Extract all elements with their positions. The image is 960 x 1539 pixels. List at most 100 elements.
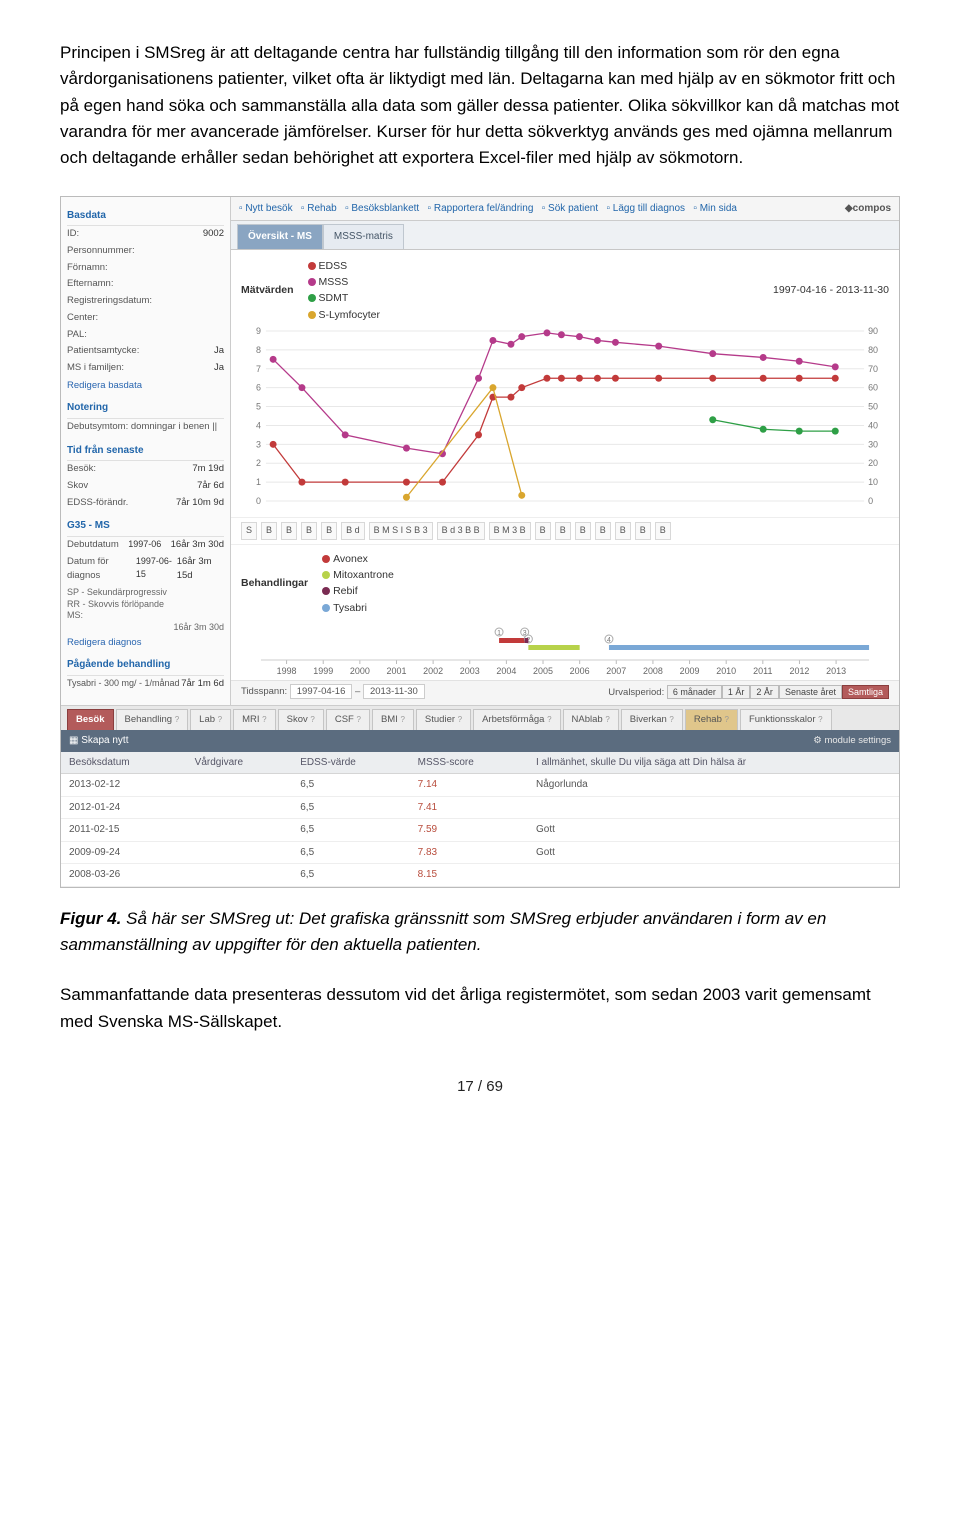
module-tab[interactable]: Skov ? xyxy=(278,709,324,731)
svg-text:6: 6 xyxy=(256,382,261,392)
toolbar-item[interactable]: ▫ Besöksblankett xyxy=(345,203,419,214)
beh-legend-item: Avonex xyxy=(322,551,394,567)
chart-date-range: 1997-04-16 - 2013-11-30 xyxy=(773,282,889,298)
basdata-value: Ja xyxy=(214,361,224,376)
legend-dot-icon xyxy=(308,262,316,270)
svg-text:2007: 2007 xyxy=(606,666,626,676)
svg-text:7: 7 xyxy=(256,364,261,374)
toolbar-item[interactable]: ▫ Min sida xyxy=(693,203,737,214)
urvals-button[interactable]: 1 År xyxy=(722,685,751,699)
treatment-timeline: 1234199819992000200120022003200420052006… xyxy=(231,618,899,680)
beh-legend-label: Mitoxantrone xyxy=(333,567,394,583)
module-tab[interactable]: Behandling ? xyxy=(116,709,189,731)
table-cell: 7.59 xyxy=(410,819,528,842)
edit-diagnos-link[interactable]: Redigera diagnos xyxy=(67,634,224,651)
table-header: Besöksdatum xyxy=(61,752,187,774)
svg-text:8: 8 xyxy=(256,345,261,355)
legend-dot-icon xyxy=(308,294,316,302)
visit-code-cell: B xyxy=(575,522,591,540)
table-cell: 7.41 xyxy=(410,796,528,819)
table-row[interactable]: 2013-02-126,57.14Någorlunda xyxy=(61,774,899,797)
svg-text:5: 5 xyxy=(256,401,261,411)
toolbar-item[interactable]: ▫ Lägg till diagnos xyxy=(606,203,685,214)
visit-code-cell: B xyxy=(655,522,671,540)
visit-code-cell: B xyxy=(261,522,277,540)
svg-text:2012: 2012 xyxy=(789,666,809,676)
chart-header: Mätvärden EDSS MSSS SDMT S-Lymfocyter 19… xyxy=(241,258,889,323)
svg-text:2009: 2009 xyxy=(680,666,700,676)
basdata-label: Center: xyxy=(67,311,98,326)
svg-text:2003: 2003 xyxy=(460,666,480,676)
basdata-label: PAL: xyxy=(67,328,87,343)
top-toolbar: ▫ Nytt besök ▫ Rehab ▫ Besöksblankett ▫ … xyxy=(231,197,899,222)
basdata-value: Ja xyxy=(214,344,224,359)
notering-text: Debutsymtom: domningar i benen || xyxy=(67,420,217,435)
svg-text:1: 1 xyxy=(497,630,501,637)
svg-text:1: 1 xyxy=(256,477,261,487)
table-cell xyxy=(528,796,899,819)
module-tab[interactable]: BMI ? xyxy=(372,709,414,731)
urvals-button[interactable]: Samtliga xyxy=(842,685,889,699)
urvals-button[interactable]: Senaste året xyxy=(779,685,842,699)
legend-label: SDMT xyxy=(319,290,349,306)
timespan-row: Tidsspann: 1997-04-16 – 2013-11-30 Urval… xyxy=(231,680,899,705)
svg-text:9: 9 xyxy=(256,326,261,336)
legend-label: MSSS xyxy=(319,274,349,290)
smsreg-screenshot: Basdata ID:9002Personnummer:Förnamn:Efte… xyxy=(60,196,900,888)
svg-text:2002: 2002 xyxy=(423,666,443,676)
svg-text:50: 50 xyxy=(868,401,878,411)
table-row[interactable]: 2009-09-246,57.83Gott xyxy=(61,841,899,864)
module-tab[interactable]: Biverkan ? xyxy=(621,709,683,731)
svg-text:20: 20 xyxy=(868,458,878,468)
timespan-from[interactable]: 1997-04-16 xyxy=(290,684,353,699)
timespan-to[interactable]: 2013-11-30 xyxy=(363,684,425,699)
module-tabs: BesökBehandling ?Lab ?MRI ?Skov ?CSF ?BM… xyxy=(61,705,899,731)
table-cell: 7.83 xyxy=(410,841,528,864)
table-cell xyxy=(187,841,293,864)
urvals-button[interactable]: 2 År xyxy=(750,685,779,699)
module-tab[interactable]: Arbetsförmåga ? xyxy=(473,709,560,731)
tab-oversikt-ms[interactable]: Översikt - MS xyxy=(237,224,323,249)
module-settings-link[interactable]: ⚙ module settings xyxy=(813,734,891,749)
tid-value: 7år 10m 9d xyxy=(176,496,224,511)
overview-tabs: Översikt - MS MSSS-matris xyxy=(231,221,899,250)
beh-legend-label: Tysabri xyxy=(333,600,367,616)
svg-text:30: 30 xyxy=(868,439,878,449)
figure-caption: Figur 4. Så här ser SMSreg ut: Det grafi… xyxy=(60,906,900,959)
module-tab[interactable]: MRI ? xyxy=(233,709,276,731)
table-row[interactable]: 2012-01-246,57.41 xyxy=(61,796,899,819)
toolbar-item[interactable]: ▫ Rapportera fel/ändring xyxy=(428,203,534,214)
basdata-label: Förnamn: xyxy=(67,261,108,276)
skapa-nytt-button[interactable]: ▦ Skapa nytt xyxy=(69,733,129,749)
table-row[interactable]: 2011-02-156,57.59Gott xyxy=(61,819,899,842)
svg-text:3: 3 xyxy=(523,630,527,637)
legend-label: S-Lymfocyter xyxy=(319,307,380,323)
basdata-label: Efternamn: xyxy=(67,277,113,292)
module-tab[interactable]: Besök xyxy=(67,709,114,731)
tab-msss-matris[interactable]: MSSS-matris xyxy=(323,224,404,249)
edit-basdata-link[interactable]: Redigera basdata xyxy=(67,377,224,394)
basdata-label: Patientsamtycke: xyxy=(67,344,139,359)
module-tab[interactable]: Lab ? xyxy=(190,709,231,731)
svg-text:4: 4 xyxy=(607,637,611,644)
module-tab[interactable]: CSF ? xyxy=(326,709,370,731)
toolbar-item[interactable]: ▫ Nytt besök xyxy=(239,203,293,214)
basdata-label: MS i familjen: xyxy=(67,361,124,376)
module-tab[interactable]: Funktionsskalor ? xyxy=(740,709,832,731)
table-row[interactable]: 2008-03-266,58.15 xyxy=(61,864,899,887)
svg-text:2011: 2011 xyxy=(753,666,772,676)
timespan-label: Tidsspann: xyxy=(241,686,287,697)
urvals-button[interactable]: 6 månader xyxy=(667,685,722,699)
toolbar-item[interactable]: ▫ Rehab xyxy=(301,203,337,214)
behandlingar-header: Behandlingar Avonex Mitoxantrone Rebif T… xyxy=(231,545,899,618)
toolbar-item[interactable]: ▫ Sök patient xyxy=(542,203,598,214)
module-tab[interactable]: NAblab ? xyxy=(563,709,619,731)
visit-code-cell: B xyxy=(281,522,297,540)
module-tab[interactable]: Studier ? xyxy=(416,709,471,731)
g35-mid: 1997-06 xyxy=(128,538,161,553)
table-header: I allmänhet, skulle Du vilja säga att Di… xyxy=(528,752,899,774)
beh-legend-item: Tysabri xyxy=(322,600,394,616)
table-cell: 7.14 xyxy=(410,774,528,797)
module-tab[interactable]: Rehab ? xyxy=(685,709,738,731)
svg-text:3: 3 xyxy=(256,439,261,449)
